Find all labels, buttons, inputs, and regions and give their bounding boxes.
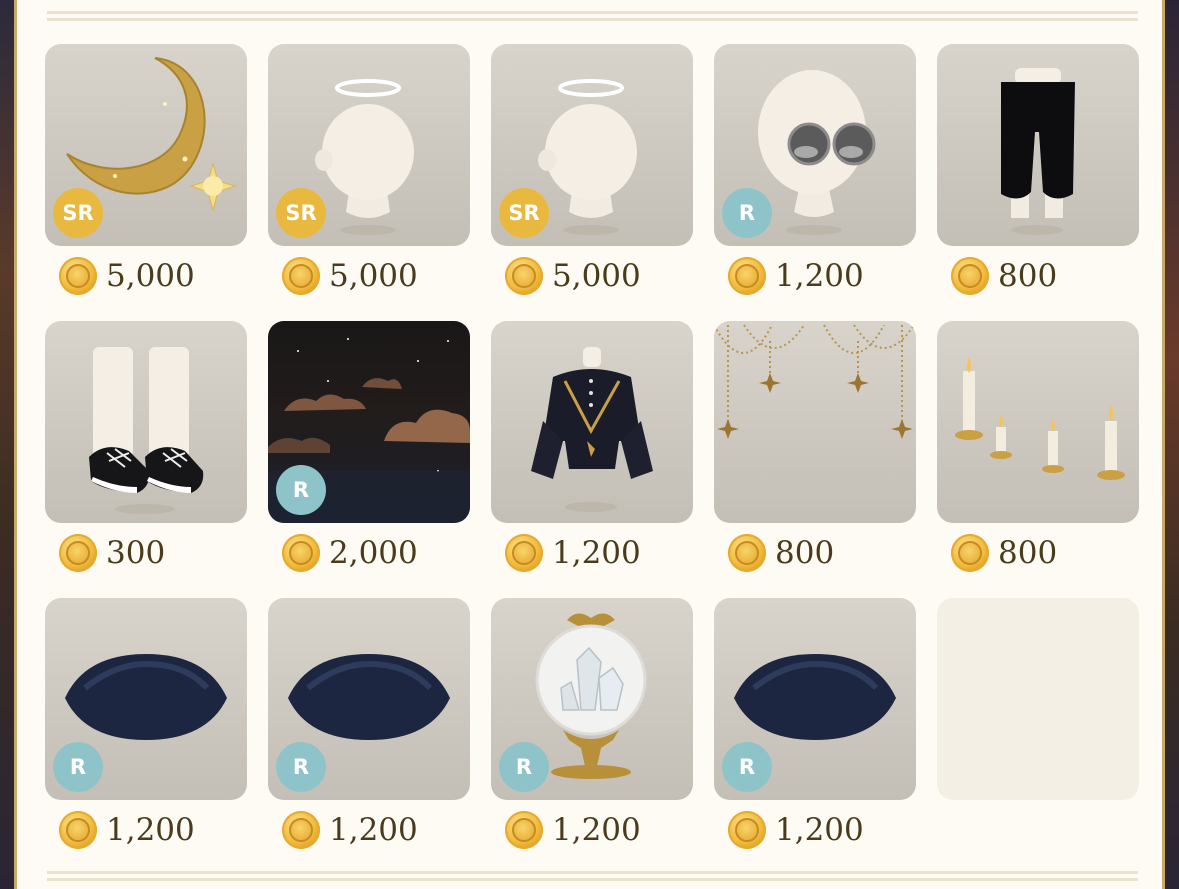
- rarity-badge: SR: [499, 188, 549, 238]
- price-value: 5,000: [106, 258, 195, 294]
- price-value: 5,000: [329, 258, 418, 294]
- price-tag: 800: [951, 533, 1057, 573]
- price-value: 300: [106, 535, 166, 571]
- item-thumbnail: [45, 321, 247, 523]
- item-thumbnail: SR: [491, 44, 693, 246]
- item-thumbnail: SR: [268, 44, 470, 246]
- item-thumbnail: R: [714, 44, 916, 246]
- price-tag: 2,000: [282, 533, 418, 573]
- shop-panel: SR 5,000 SR 5,000 SR 5,000 R 1,200 800 3…: [14, 0, 1165, 889]
- gold-coin-icon: [505, 811, 543, 849]
- rarity-badge: SR: [53, 188, 103, 238]
- background-art-left: [0, 0, 14, 889]
- price-tag: 5,000: [59, 256, 195, 296]
- price-tag: 1,200: [59, 810, 195, 850]
- gold-coin-icon: [282, 534, 320, 572]
- price-value: 2,000: [329, 535, 418, 571]
- price-tag: 800: [728, 533, 834, 573]
- shop-item[interactable]: 300: [45, 321, 247, 598]
- item-thumbnail: R: [268, 321, 470, 523]
- gold-coin-icon: [951, 534, 989, 572]
- price-value: 800: [998, 258, 1058, 294]
- rarity-badge: R: [722, 188, 772, 238]
- shop-item[interactable]: R 1,200: [268, 598, 470, 875]
- rarity-badge: R: [499, 742, 549, 792]
- price-tag: 5,000: [505, 256, 641, 296]
- price-tag: 1,200: [505, 533, 641, 573]
- price-value: 1,200: [552, 812, 641, 848]
- gold-coin-icon: [59, 811, 97, 849]
- rarity-badge: SR: [276, 188, 326, 238]
- shop-item[interactable]: 1,200: [491, 321, 693, 598]
- shop-item[interactable]: R 1,200: [714, 598, 916, 875]
- shop-item[interactable]: 800: [937, 321, 1139, 598]
- sneakers-icon: [89, 347, 204, 514]
- shop-item[interactable]: R 1,200: [45, 598, 247, 875]
- shop-item[interactable]: SR 5,000: [45, 44, 247, 321]
- shop-item[interactable]: R 2,000: [268, 321, 470, 598]
- price-tag: 300: [59, 533, 165, 573]
- gold-coin-icon: [282, 811, 320, 849]
- gold-coin-icon: [505, 534, 543, 572]
- empty-item-slot: [937, 598, 1139, 875]
- star-garland-icon: [714, 324, 915, 439]
- gold-coin-icon: [728, 811, 766, 849]
- item-thumbnail: R: [268, 598, 470, 800]
- price-tag: 5,000: [282, 256, 418, 296]
- shop-item-grid: SR 5,000 SR 5,000 SR 5,000 R 1,200 800 3…: [45, 44, 1139, 875]
- empty-thumbnail: [937, 598, 1139, 800]
- gold-coin-icon: [728, 534, 766, 572]
- item-thumbnail: R: [714, 598, 916, 800]
- shop-item[interactable]: 800: [714, 321, 916, 598]
- gold-coin-icon: [59, 257, 97, 295]
- rarity-badge: R: [276, 465, 326, 515]
- shop-item[interactable]: 800: [937, 44, 1139, 321]
- price-tag: 1,200: [728, 256, 864, 296]
- background-art-right: [1165, 0, 1179, 889]
- rarity-badge: R: [53, 742, 103, 792]
- item-thumbnail: R: [491, 598, 693, 800]
- gold-coin-icon: [282, 257, 320, 295]
- price-value: 800: [998, 535, 1058, 571]
- candles-icon: [955, 357, 1125, 480]
- price-tag: 1,200: [282, 810, 418, 850]
- rarity-badge: R: [722, 742, 772, 792]
- item-thumbnail: [937, 44, 1139, 246]
- price-value: 1,200: [775, 258, 864, 294]
- gold-coin-icon: [59, 534, 97, 572]
- price-value: 1,200: [329, 812, 418, 848]
- price-value: 1,200: [775, 812, 864, 848]
- item-thumbnail: [714, 321, 916, 523]
- item-thumbnail: [491, 321, 693, 523]
- price-tag: 1,200: [728, 810, 864, 850]
- price-value: 1,200: [552, 535, 641, 571]
- item-thumbnail: R: [45, 598, 247, 800]
- shop-item[interactable]: R 1,200: [491, 598, 693, 875]
- item-thumbnail: SR: [45, 44, 247, 246]
- gold-coin-icon: [951, 257, 989, 295]
- price-value: 1,200: [106, 812, 195, 848]
- rarity-badge: R: [276, 742, 326, 792]
- price-value: 800: [775, 535, 835, 571]
- black-pants-icon: [1001, 68, 1075, 235]
- shop-item[interactable]: R 1,200: [714, 44, 916, 321]
- price-value: 5,000: [552, 258, 641, 294]
- bottom-divider: [47, 871, 1138, 881]
- shop-item[interactable]: SR 5,000: [491, 44, 693, 321]
- price-tag: 800: [951, 256, 1057, 296]
- dark-coat-icon: [531, 347, 653, 512]
- gold-coin-icon: [505, 257, 543, 295]
- top-divider: [47, 11, 1138, 21]
- gold-coin-icon: [728, 257, 766, 295]
- shop-item[interactable]: SR 5,000: [268, 44, 470, 321]
- price-tag: 1,200: [505, 810, 641, 850]
- item-thumbnail: [937, 321, 1139, 523]
